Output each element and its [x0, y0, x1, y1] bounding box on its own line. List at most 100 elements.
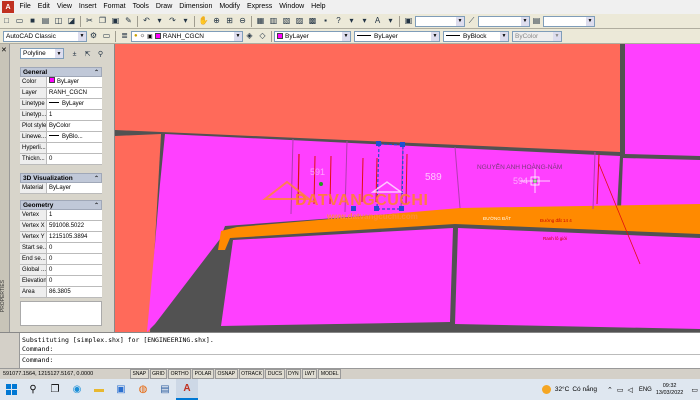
prop-row-linetype-scale[interactable]: Linetyp... 1	[20, 110, 102, 121]
plot-number-591[interactable]: 591	[310, 167, 325, 177]
tools-dropdown-icon[interactable]: ▾	[359, 15, 371, 27]
menu-format[interactable]: Format	[100, 0, 129, 14]
network-icon[interactable]: ▭	[617, 386, 624, 394]
collapse-icon[interactable]: ⌃	[94, 174, 99, 184]
print-icon[interactable]: ▤	[40, 15, 52, 27]
autocad-taskbar-icon[interactable]: A	[176, 379, 198, 400]
palette-titlebar[interactable]: ✕ PROPERTIES	[0, 44, 10, 332]
general-section-header[interactable]: General ⌃	[20, 67, 102, 77]
dimension-style-combo[interactable]: ▼	[478, 15, 530, 27]
photos-icon[interactable]: ▤	[154, 379, 176, 400]
command-window-handle[interactable]	[0, 333, 20, 369]
notification-icon[interactable]: ▭	[691, 386, 698, 394]
object-type-combo[interactable]: Polyline ▼	[20, 48, 64, 59]
open-folder-icon[interactable]: ▭	[14, 15, 26, 27]
prop-row-hyperlink[interactable]: Hyperli...	[20, 143, 102, 154]
copy-icon[interactable]: ❐	[97, 15, 109, 27]
print-preview-icon[interactable]: ◫	[53, 15, 65, 27]
table-style-icon[interactable]: ▤	[531, 15, 543, 27]
menu-modify[interactable]: Modify	[216, 0, 244, 14]
zoom-realtime-icon[interactable]: ⊕	[211, 15, 223, 27]
prop-row-vertex-x[interactable]: Vertex X 591008.5022	[20, 221, 102, 232]
ducs-toggle[interactable]: DUCS	[265, 369, 285, 379]
owner-name-label[interactable]: NGUYỄN ANH HOÀNG-NĂM	[477, 164, 562, 171]
grid-toggle[interactable]: GRID	[149, 369, 168, 379]
prop-row-layer[interactable]: Layer RANH_CGCN	[20, 88, 102, 99]
match-properties-icon[interactable]: ✎	[123, 15, 135, 27]
help-icon[interactable]: ?	[333, 15, 345, 27]
store-icon[interactable]: ▣	[110, 379, 132, 400]
design-center-icon[interactable]: ▥	[268, 15, 280, 27]
menu-help[interactable]: Help	[308, 0, 329, 14]
parcel-magenta-bottom-left[interactable]	[221, 228, 453, 326]
language-indicator[interactable]: ENG	[639, 387, 652, 393]
parcel-magenta-bottom-right[interactable]	[455, 228, 700, 329]
prop-row-start-segment-width[interactable]: Start se... 0	[20, 243, 102, 254]
text-style-dropdown-icon[interactable]: ▾	[385, 15, 397, 27]
parcel-magenta-right[interactable]	[621, 158, 700, 209]
otrack-toggle[interactable]: OTRACK	[238, 369, 265, 379]
color-combo[interactable]: ByLayer ▼	[274, 30, 351, 42]
plot-number-589[interactable]: 589	[425, 172, 442, 183]
menu-insert[interactable]: Insert	[75, 0, 100, 14]
select-objects-icon[interactable]: ⇱	[82, 48, 94, 60]
cut-icon[interactable]: ✂	[84, 15, 96, 27]
layer-combo[interactable]: ● ☼ ▣ RANH_CGCN ▼	[131, 30, 243, 42]
text-style-combo[interactable]: ▼	[415, 15, 465, 27]
polar-toggle[interactable]: POLAR	[192, 369, 215, 379]
dyn-toggle[interactable]: DYN	[285, 369, 302, 379]
zoom-previous-icon[interactable]: ⊖	[237, 15, 249, 27]
new-file-icon[interactable]: □	[1, 15, 13, 27]
ortho-toggle[interactable]: ORTHO	[168, 369, 192, 379]
road-label[interactable]: ĐƯỜNG ĐẤT	[483, 216, 511, 221]
tool-palettes-icon[interactable]: ▧	[281, 15, 293, 27]
grip-handle[interactable]	[376, 141, 381, 146]
osnap-toggle[interactable]: OSNAP	[215, 369, 238, 379]
collapse-icon[interactable]: ⌃	[94, 201, 99, 211]
prop-row-vertex[interactable]: Vertex 1	[20, 210, 102, 221]
clock[interactable]: 09:32 13/03/2022	[656, 383, 684, 397]
undo-icon[interactable]: ↶	[141, 15, 153, 27]
menu-file[interactable]: File	[16, 0, 34, 14]
search-icon[interactable]: ⚲	[22, 379, 44, 400]
menu-draw[interactable]: Draw	[152, 0, 175, 14]
properties-icon[interactable]: ▦	[255, 15, 267, 27]
firefox-icon[interactable]: ◍	[132, 379, 154, 400]
edge-browser-icon[interactable]: ◉	[66, 379, 88, 400]
visualization-section-header[interactable]: 3D Visualization ⌃	[20, 173, 102, 183]
prop-row-area[interactable]: Area 86.3805	[20, 287, 102, 298]
drawing-canvas[interactable]: 591 589 594 NGUYỄN ANH HOÀNG-NĂM ĐƯỜNG Đ…	[115, 44, 700, 332]
prop-row-lineweight[interactable]: Linewe... ByBlo...	[20, 132, 102, 143]
dim-style-icon[interactable]: ⟋	[466, 15, 478, 27]
toggle-pickadd-icon[interactable]: ±	[69, 48, 81, 60]
autocad-app-icon[interactable]: A	[2, 1, 14, 13]
linetype-combo[interactable]: ByLayer ▼	[354, 30, 440, 42]
menu-express[interactable]: Express	[243, 0, 275, 14]
file-explorer-icon[interactable]: ▬	[88, 379, 110, 400]
paste-icon[interactable]: ▣	[110, 15, 122, 27]
prop-row-color[interactable]: Color ByLayer	[20, 77, 102, 88]
command-input-line[interactable]: Command:	[22, 356, 53, 364]
dimension-style-icon[interactable]: ▣	[403, 15, 415, 27]
prop-row-global-width[interactable]: Global ... 0	[20, 265, 102, 276]
task-view-icon[interactable]: ❐	[44, 379, 66, 400]
help-dropdown-icon[interactable]: ▾	[346, 15, 358, 27]
grip-handle[interactable]	[400, 142, 405, 147]
plotstyle-combo[interactable]: ByColor ▼	[512, 30, 562, 42]
close-icon[interactable]: ✕	[1, 46, 7, 54]
menu-edit[interactable]: Edit	[34, 0, 53, 14]
workspace-combo[interactable]: AutoCAD Classic ▼	[3, 30, 87, 42]
layer-manager-icon[interactable]: ≣	[119, 30, 131, 42]
menu-dimension[interactable]: Dimension	[176, 0, 216, 14]
lineweight-combo[interactable]: ByBlock ▼	[443, 30, 509, 42]
pan-icon[interactable]: ✋	[198, 15, 210, 27]
collapse-icon[interactable]: ⌃	[94, 68, 99, 78]
menu-view[interactable]: View	[53, 0, 75, 14]
weather-widget[interactable]: 32°C Có nắng	[541, 385, 597, 394]
prop-row-material[interactable]: Material ByLayer	[20, 183, 102, 194]
prop-row-vertex-y[interactable]: Vertex Y 1215105.3894	[20, 232, 102, 243]
make-object-layer-current-icon[interactable]: ◈	[244, 30, 256, 42]
table-style-combo[interactable]: ▼	[543, 15, 595, 27]
prop-row-end-segment-width[interactable]: End se... 0	[20, 254, 102, 265]
prop-row-elevation[interactable]: Elevation 0	[20, 276, 102, 287]
